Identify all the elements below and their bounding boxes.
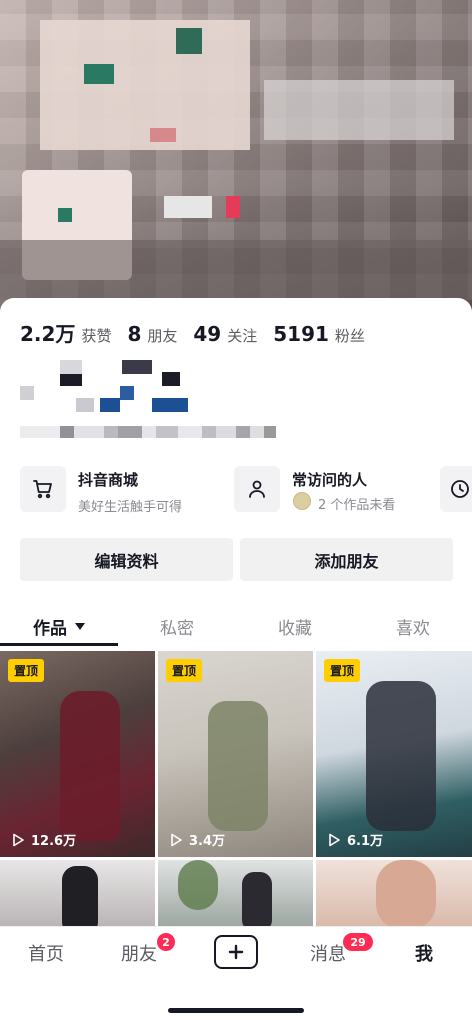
play-count-value: 12.6万 — [31, 834, 77, 849]
pinned-badge: 置顶 — [324, 659, 361, 682]
stat-friends-label: 朋友 — [147, 327, 178, 345]
play-count: 3.4万 — [168, 830, 225, 849]
tab-works-label: 作品 — [33, 618, 67, 639]
tab-active-indicator — [0, 643, 118, 646]
play-count-value: 3.4万 — [189, 834, 226, 849]
person-icon — [234, 466, 280, 512]
play-count: 6.1万 — [326, 830, 383, 849]
stat-following-label: 关注 — [227, 327, 258, 345]
caret-down-icon — [75, 622, 85, 630]
play-icon — [329, 833, 340, 846]
stat-friends-number: 8 — [127, 322, 142, 346]
bio-pixelated — [20, 360, 220, 420]
pinned-badge: 置顶 — [166, 659, 203, 682]
profile-stats: 2.2万 获赞 8 朋友 49 关注 5191 粉丝 — [20, 318, 381, 347]
edit-profile-button[interactable]: 编辑资料 — [20, 538, 233, 581]
video-thumbnail[interactable]: 置顶 12.6万 — [0, 651, 155, 857]
create-button[interactable] — [214, 935, 258, 969]
nav-me[interactable]: 我 — [415, 940, 433, 966]
play-icon — [13, 833, 24, 846]
shop-card-title: 抖音商城 — [78, 471, 139, 489]
frequent-visitors-title: 常访问的人 — [292, 471, 368, 489]
play-count-value: 6.1万 — [347, 834, 384, 849]
tab-likes[interactable]: 喜欢 — [354, 604, 472, 648]
content-tabs: 作品 私密 收藏 喜欢 — [0, 604, 472, 648]
play-icon — [171, 833, 182, 846]
clock-icon[interactable] — [440, 466, 472, 512]
video-thumbnail[interactable] — [158, 860, 313, 930]
home-indicator — [168, 1008, 304, 1013]
cart-icon — [20, 466, 66, 512]
video-thumbnail[interactable]: 置顶 3.4万 — [158, 651, 313, 857]
tab-favorites[interactable]: 收藏 — [236, 604, 354, 648]
friends-badge: 2 — [157, 933, 175, 951]
profile-cover[interactable] — [0, 0, 472, 330]
stat-following-number: 49 — [193, 322, 222, 346]
stat-friends[interactable]: 8 朋友 — [127, 322, 177, 346]
video-thumbnail[interactable]: 置顶 6.1万 — [316, 651, 472, 857]
frequent-visitors-subtitle: 2 个作品未看 — [318, 498, 396, 513]
stat-followers-number: 5191 — [273, 322, 329, 346]
nav-messages[interactable]: 消息 — [310, 940, 346, 966]
stat-likes-number: 2.2万 — [20, 322, 76, 346]
add-friend-button[interactable]: 添加朋友 — [240, 538, 453, 581]
stat-following[interactable]: 49 关注 — [193, 322, 257, 346]
bio-blurred-line — [20, 426, 276, 438]
tab-works[interactable]: 作品 — [0, 604, 118, 648]
pinned-badge: 置顶 — [8, 659, 45, 682]
play-count: 12.6万 — [10, 830, 76, 849]
stat-followers[interactable]: 5191 粉丝 — [273, 322, 365, 346]
stat-likes[interactable]: 2.2万 获赞 — [20, 318, 111, 347]
nav-home[interactable]: 首页 — [28, 940, 64, 966]
stat-followers-label: 粉丝 — [334, 327, 365, 345]
nav-friends[interactable]: 朋友 — [121, 940, 157, 966]
tab-private[interactable]: 私密 — [118, 604, 236, 648]
messages-badge: 29 — [343, 933, 373, 951]
plus-icon — [228, 944, 244, 960]
stat-likes-label: 获赞 — [81, 327, 112, 345]
video-thumbnail[interactable] — [0, 860, 155, 930]
visitor-avatar — [293, 492, 311, 510]
shop-card-subtitle: 美好生活触手可得 — [78, 500, 183, 515]
video-thumbnail[interactable] — [316, 860, 472, 930]
